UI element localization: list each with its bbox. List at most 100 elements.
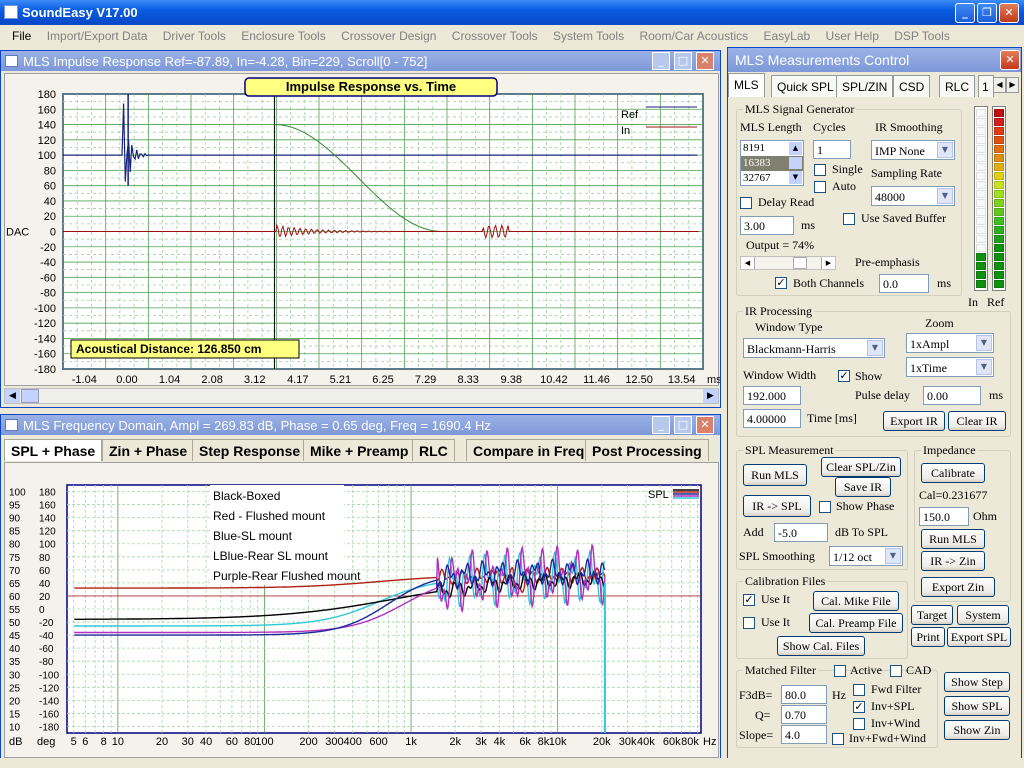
tab-post-processing[interactable]: Post Processing <box>585 439 709 461</box>
system-button[interactable]: System <box>957 605 1009 625</box>
zoom-time-select[interactable]: 1xTime ▼ <box>906 357 994 377</box>
tab-mls[interactable]: MLS <box>728 73 765 97</box>
save-ir-button[interactable]: Save IR <box>835 477 891 497</box>
close-icon[interactable]: ✕ <box>696 416 714 434</box>
list-thumb[interactable] <box>789 157 802 169</box>
close-icon[interactable]: ✕ <box>696 52 714 70</box>
chevron-up-icon[interactable]: ▲ <box>789 142 802 155</box>
tab-zin-phase[interactable]: Zin + Phase <box>102 439 195 461</box>
show-phase-checkbox[interactable] <box>819 501 831 513</box>
show-spl-button[interactable]: Show SPL <box>944 696 1010 716</box>
sampling-rate-select[interactable]: 48000 ▼ <box>871 186 955 206</box>
tab-scroll-left-icon[interactable]: ◀ <box>993 77 1006 93</box>
tab-more[interactable]: 1 <box>978 75 994 97</box>
mls-length-list[interactable]: 8191 16383 32767 ▲ ▼ <box>740 140 804 186</box>
tab-compare-freq[interactable]: Compare in Freq <box>466 439 592 461</box>
cal-mike-file-button[interactable]: Cal. Mike File <box>813 591 899 611</box>
menu-crossover-design[interactable]: Crossover Design <box>341 29 436 43</box>
scroll-thumb[interactable] <box>21 389 39 403</box>
impulse-plot[interactable]: 180 160 140 120 100 80 60 40 20 0 -20 -40 -60 -80 -100… <box>4 73 722 387</box>
scroll-right-icon[interactable]: ▶ <box>703 389 718 403</box>
slider-left-icon[interactable]: ◀ <box>741 257 755 269</box>
active-checkbox[interactable] <box>834 665 846 677</box>
menu-driver-tools[interactable]: Driver Tools <box>163 29 226 43</box>
close-icon[interactable]: ✕ <box>999 3 1019 23</box>
export-ir-button[interactable]: Export IR <box>883 411 945 431</box>
ir-smoothing-select[interactable]: IMP None ▼ <box>871 140 955 160</box>
output-slider[interactable]: ◀ ▶ <box>740 256 836 270</box>
use-preamp-cal-checkbox[interactable] <box>743 617 755 629</box>
tab-step-response[interactable]: Step Response <box>192 439 308 461</box>
window-width-input[interactable]: 192.000 <box>743 386 801 405</box>
use-mike-cal-checkbox[interactable]: ✓ <box>743 594 755 606</box>
ohm-input[interactable]: 150.0 <box>919 507 969 526</box>
show-zin-button[interactable]: Show Zin <box>944 720 1010 740</box>
export-spl-button[interactable]: Export SPL <box>947 627 1011 647</box>
frequency-chart[interactable]: 1009590858075706560555045403530252015101… <box>5 463 720 759</box>
inv-spl-checkbox[interactable]: ✓ <box>853 701 865 713</box>
clear-ir-button[interactable]: Clear IR <box>948 411 1006 431</box>
close-icon[interactable]: ✕ <box>1000 50 1020 70</box>
delay-read-checkbox[interactable] <box>740 197 752 209</box>
scroll-left-icon[interactable]: ◀ <box>5 389 20 403</box>
minimize-icon[interactable]: _ <box>652 416 670 434</box>
tab-scroll-right-icon[interactable]: ▶ <box>1006 77 1019 93</box>
export-zin-button[interactable]: Export Zin <box>921 577 995 597</box>
inv-fwd-wind-checkbox[interactable] <box>832 733 844 745</box>
fwd-filter-checkbox[interactable] <box>853 684 865 696</box>
pulse-delay-input[interactable]: 0.00 <box>923 386 981 405</box>
tab-mike-preamp[interactable]: Mike + Preamp <box>303 439 416 461</box>
calibrate-button[interactable]: Calibrate <box>921 463 985 483</box>
maximize-icon[interactable]: □ <box>674 416 692 434</box>
slider-right-icon[interactable]: ▶ <box>821 257 835 269</box>
cycles-input[interactable]: 1 <box>813 140 851 159</box>
frequency-plot[interactable]: 100 95 90 85 80 75 70 65 60 55 50 45 40 35 30 25 20 15 10 1… <box>4 462 719 758</box>
f3db-input[interactable]: 80.0 <box>781 685 827 704</box>
menu-room-car[interactable]: Room/Car Acoustics <box>639 29 748 43</box>
menu-system-tools[interactable]: System Tools <box>553 29 624 43</box>
add-db-input[interactable]: -5.0 <box>774 523 828 542</box>
show-window-checkbox[interactable]: ✓ <box>838 370 850 382</box>
cad-checkbox[interactable] <box>890 665 902 677</box>
restore-icon[interactable]: ❐ <box>977 3 997 23</box>
minimize-icon[interactable]: _ <box>652 52 670 70</box>
menu-easylab[interactable]: EasyLab <box>763 29 810 43</box>
slider-thumb[interactable] <box>793 257 807 269</box>
spl-smoothing-select[interactable]: 1/12 oct ▼ <box>829 546 903 566</box>
single-checkbox[interactable] <box>814 164 826 176</box>
window-type-select[interactable]: Blackmann-Harris ▼ <box>743 338 885 358</box>
target-button[interactable]: Target <box>911 605 953 625</box>
maximize-icon[interactable]: □ <box>674 52 692 70</box>
impulse-chart[interactable]: 180 160 140 120 100 80 60 40 20 0 -20 -40 -60 -80 -100… <box>5 74 722 387</box>
clear-spl-zin-button[interactable]: Clear SPL/Zin <box>821 457 901 477</box>
run-mls-button[interactable]: Run MLS <box>743 464 807 486</box>
menu-crossover-tools[interactable]: Crossover Tools <box>452 29 538 43</box>
delay-input[interactable]: 3.00 <box>740 216 794 235</box>
show-cal-files-button[interactable]: Show Cal. Files <box>777 636 865 656</box>
impulse-scrollbar[interactable]: ◀ ▶ <box>4 388 719 404</box>
menu-enclosure-tools[interactable]: Enclosure Tools <box>241 29 326 43</box>
pre-emphasis-input[interactable]: 0.0 <box>879 274 929 293</box>
menu-import-export[interactable]: Import/Export Data <box>47 29 148 43</box>
run-mls-zin-button[interactable]: Run MLS <box>921 529 985 549</box>
inv-wind-checkbox[interactable] <box>853 718 865 730</box>
show-step-button[interactable]: Show Step <box>944 672 1010 692</box>
time-input[interactable]: 4.00000 <box>743 409 801 428</box>
menu-user-help[interactable]: User Help <box>826 29 879 43</box>
tab-rlc[interactable]: RLC <box>939 75 976 97</box>
both-channels-checkbox[interactable]: ✓ <box>775 277 787 289</box>
chevron-down-icon[interactable]: ▼ <box>789 171 802 184</box>
auto-checkbox[interactable] <box>814 181 826 193</box>
minimize-icon[interactable]: _ <box>955 3 975 23</box>
menu-dsp-tools[interactable]: DSP Tools <box>894 29 950 43</box>
use-saved-buffer-checkbox[interactable] <box>843 213 855 225</box>
print-button[interactable]: Print <box>911 627 945 647</box>
ir-to-spl-button[interactable]: IR -> SPL <box>743 495 811 517</box>
slope-input[interactable]: 4.0 <box>781 725 827 744</box>
zoom-ampl-select[interactable]: 1xAmpl ▼ <box>906 333 994 353</box>
q-input[interactable]: 0.70 <box>781 705 827 724</box>
menu-file[interactable]: File <box>12 29 31 43</box>
cal-preamp-file-button[interactable]: Cal. Preamp File <box>809 613 903 633</box>
ir-to-zin-button[interactable]: IR -> Zin <box>921 551 985 571</box>
tab-rlc[interactable]: RLC <box>412 439 455 461</box>
